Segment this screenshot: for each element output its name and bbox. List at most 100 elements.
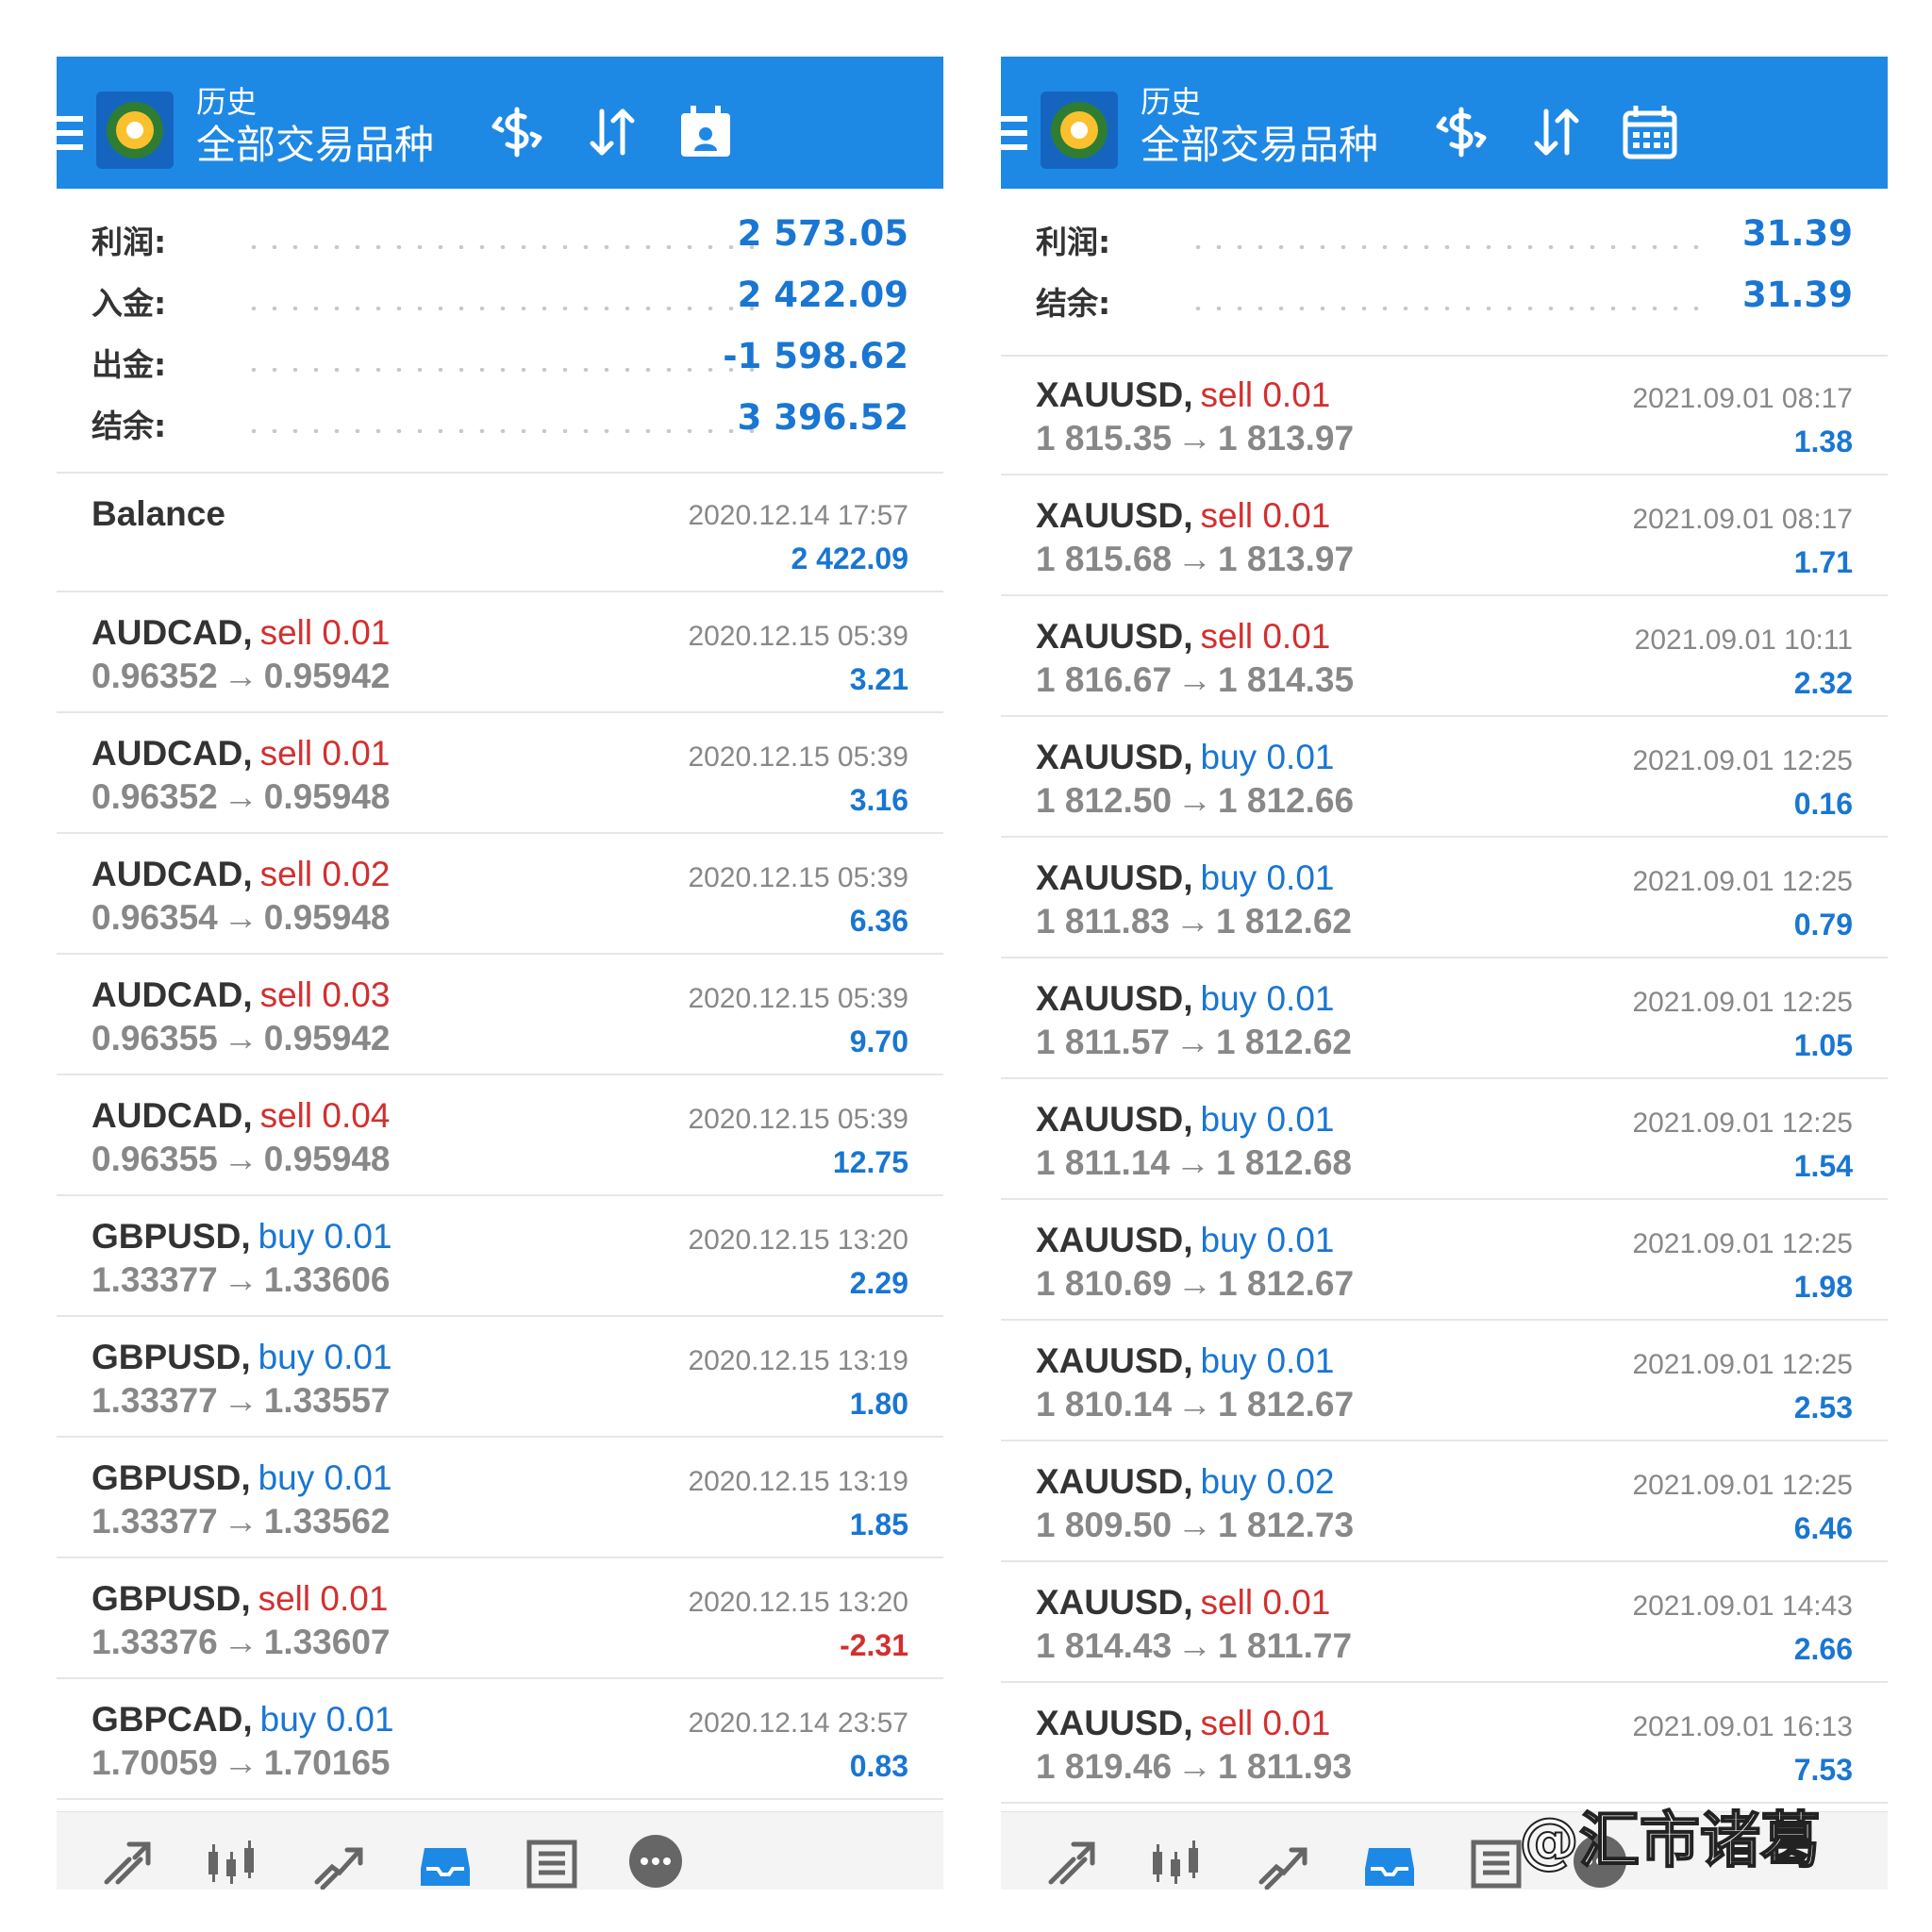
close-price: 1.33607 xyxy=(263,1623,391,1661)
deal-symbol: GBPUSD xyxy=(92,1579,242,1618)
nav-trade-button[interactable] xyxy=(1251,1831,1317,1890)
deal-prices: 0.96355 → 0.95948 xyxy=(92,1138,391,1181)
deal-row[interactable]: GBPUSD, buy 0.01 1.33377 → 1.33606 2020.12.15… xyxy=(57,1196,943,1317)
deal-symbol: GBPCAD xyxy=(92,1700,243,1739)
deal-symbol: AUDCAD xyxy=(92,855,243,893)
deal-row[interactable]: XAUUSD, buy 0.01 1 812.50 → 1 812.66 2021.09.… xyxy=(1001,717,1888,838)
deal-row[interactable]: XAUUSD, buy 0.01 1 811.14 → 1 812.68 2021.09.… xyxy=(1001,1079,1888,1200)
sort-button[interactable] xyxy=(1518,94,1593,170)
deal-symbol: AUDCAD xyxy=(92,1096,243,1135)
deal-title: XAUUSD, buy 0.01 xyxy=(1036,1219,1334,1262)
deal-row[interactable]: XAUUSD, buy 0.01 1 810.14 → 1 812.67 2021.09.… xyxy=(1001,1321,1888,1441)
nav-chart-button[interactable] xyxy=(198,1831,264,1890)
history-panel-right: 历史 全部交易品种 利润: 31.39 结余: 31.39 XAUUSD, se… xyxy=(1001,57,1888,1890)
dollar-filter-button[interactable] xyxy=(1424,94,1499,170)
deal-volume: 0.04 xyxy=(322,1096,391,1135)
deal-prices: 1 812.50 → 1 812.66 xyxy=(1036,779,1354,823)
balance-row[interactable]: Balance 2020.12.14 17:57 2 422.09 xyxy=(57,472,943,592)
period-button[interactable] xyxy=(1612,94,1688,170)
arrow-right-icon: → xyxy=(223,1019,258,1058)
deal-profit: 2.66 xyxy=(1793,1632,1853,1666)
dollar-filter-button[interactable] xyxy=(479,94,555,170)
deal-title: XAUUSD, buy 0.01 xyxy=(1036,857,1334,900)
deal-prices: 1 814.43 → 1 811.77 xyxy=(1036,1624,1352,1668)
nav-trade-button[interactable] xyxy=(307,1831,373,1890)
open-price: 0.96352 xyxy=(92,657,218,695)
deal-symbol: AUDCAD xyxy=(92,613,243,652)
period-button[interactable] xyxy=(668,94,743,170)
deal-separator: , xyxy=(242,613,253,652)
menu-icon[interactable] xyxy=(57,116,83,150)
deal-row[interactable]: GBPUSD, buy 0.01 1.33377 → 1.33557 2020.12.15… xyxy=(57,1317,943,1438)
deal-profit: 2.32 xyxy=(1793,666,1853,700)
deal-row[interactable]: XAUUSD, buy 0.02 1 809.50 → 1 812.73 2021.09.… xyxy=(1001,1441,1888,1562)
summary-value: 3 396.52 xyxy=(737,397,908,438)
app-logo-icon xyxy=(1041,92,1118,169)
sort-button[interactable] xyxy=(574,94,649,170)
deal-row[interactable]: GBPUSD, buy 0.01 1.33377 → 1.33562 2020.12.15… xyxy=(57,1438,943,1558)
nav-chat-button[interactable] xyxy=(623,1831,689,1890)
deal-row[interactable]: XAUUSD, sell 0.01 1 814.43 → 1 811.77 2021.09… xyxy=(1001,1562,1888,1683)
quotes-icon xyxy=(1048,1841,1095,1885)
deal-profit: 9.70 xyxy=(849,1024,908,1058)
arrow-right-icon: → xyxy=(1177,419,1213,458)
deal-title: XAUUSD, sell 0.01 xyxy=(1036,615,1330,658)
close-price: 1 814.35 xyxy=(1218,660,1355,699)
deal-separator: , xyxy=(1183,617,1193,656)
deal-row[interactable]: GBPUSD, sell 0.01 1.33376 → 1.33607 2020.12.1… xyxy=(57,1558,943,1679)
nav-news-button[interactable] xyxy=(519,1831,585,1890)
close-price: 1 813.97 xyxy=(1218,419,1355,458)
deal-row[interactable]: XAUUSD, sell 0.01 1 815.68 → 1 813.97 2021.09… xyxy=(1001,475,1888,596)
close-price: 1 812.62 xyxy=(1215,902,1353,941)
arrow-right-icon: → xyxy=(223,1260,258,1299)
nav-quotes-button[interactable] xyxy=(94,1831,160,1890)
open-price: 1.33377 xyxy=(92,1502,218,1541)
nav-history-button[interactable] xyxy=(412,1831,478,1890)
menu-icon[interactable] xyxy=(1001,116,1027,150)
deal-row[interactable]: AUDCAD, sell 0.01 0.96352 → 0.95948 2020.12.1… xyxy=(57,713,943,834)
nav-history-button[interactable] xyxy=(1357,1831,1423,1890)
dotted-leader xyxy=(1188,245,1699,249)
symbol-filter-label[interactable]: 全部交易品种 xyxy=(196,121,434,170)
arrow-right-icon: → xyxy=(1177,1747,1213,1786)
deal-symbol: GBPUSD xyxy=(92,1458,242,1497)
deal-symbol: XAUUSD xyxy=(1036,738,1184,776)
arrow-right-icon: → xyxy=(1177,1385,1213,1424)
deal-profit: 2.53 xyxy=(1793,1391,1853,1424)
arrow-right-icon: → xyxy=(1177,660,1213,699)
nav-quotes-button[interactable] xyxy=(1039,1831,1105,1890)
deal-row[interactable]: XAUUSD, buy 0.01 1 811.83 → 1 812.62 2021.09.… xyxy=(1001,838,1888,958)
close-price: 1 813.97 xyxy=(1218,540,1355,578)
deal-title: AUDCAD, sell 0.03 xyxy=(92,974,390,1017)
deal-volume: 0.01 xyxy=(322,613,391,652)
deal-row[interactable]: AUDCAD, sell 0.01 0.96352 → 0.95942 2020.12.1… xyxy=(57,592,943,713)
bottom-nav xyxy=(57,1811,943,1890)
deal-row[interactable]: AUDCAD, sell 0.02 0.96354 → 0.95948 2020.12.1… xyxy=(57,834,943,955)
deal-profit: 1.71 xyxy=(1793,545,1853,579)
deal-side: buy xyxy=(259,1700,317,1739)
deal-row[interactable]: AUDCAD, sell 0.03 0.96355 → 0.95942 2020.12.1… xyxy=(57,955,943,1075)
open-price: 0.96355 xyxy=(92,1140,218,1178)
deal-profit: 3.16 xyxy=(849,783,908,817)
deal-title: AUDCAD, sell 0.04 xyxy=(92,1094,390,1138)
deal-row[interactable]: XAUUSD, sell 0.01 1 816.67 → 1 814.35 2021.09… xyxy=(1001,596,1888,717)
open-price: 1 811.83 xyxy=(1036,902,1170,941)
deal-row[interactable]: AUDCAD, sell 0.04 0.96355 → 0.95948 2020.12.1… xyxy=(57,1075,943,1196)
deal-volume: 0.01 xyxy=(1266,1341,1335,1380)
deal-row[interactable]: XAUUSD, sell 0.01 1 819.46 → 1 811.93 2021.09… xyxy=(1001,1683,1888,1804)
deal-row[interactable]: XAUUSD, buy 0.01 1 811.57 → 1 812.62 2021.09.… xyxy=(1001,958,1888,1079)
deal-symbol: XAUUSD xyxy=(1036,1341,1184,1380)
nav-chart-button[interactable] xyxy=(1142,1831,1208,1890)
deal-side: sell xyxy=(259,855,313,893)
deal-prices: 1 815.68 → 1 813.97 xyxy=(1036,538,1354,581)
deal-prices: 1.33376 → 1.33607 xyxy=(92,1621,391,1664)
deal-row[interactable]: XAUUSD, buy 0.01 1 810.69 → 1 812.67 2021.09.… xyxy=(1001,1200,1888,1321)
deal-row[interactable]: GBPCAD, buy 0.01 1.70059 → 1.70165 2020.12.14… xyxy=(57,1679,943,1800)
close-price: 1 812.67 xyxy=(1218,1385,1355,1424)
deal-time: 2021.09.01 16:13 xyxy=(1632,1711,1853,1742)
open-price: 1.33377 xyxy=(92,1260,218,1299)
deal-row[interactable]: XAUUSD, sell 0.01 1 815.35 → 1 813.97 2021.09… xyxy=(1001,355,1888,475)
arrow-right-icon: → xyxy=(1174,1143,1210,1182)
symbol-filter-label[interactable]: 全部交易品种 xyxy=(1141,121,1378,170)
deal-title: AUDCAD, sell 0.02 xyxy=(92,853,390,896)
